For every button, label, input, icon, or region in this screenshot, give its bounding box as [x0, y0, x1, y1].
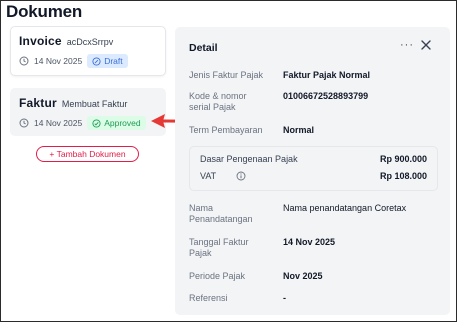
vat-value: Rp 108.000: [379, 171, 427, 181]
field-value: Nama penandatangan Coretax: [283, 203, 407, 213]
add-document-button[interactable]: + Tambah Dokumen: [36, 146, 139, 162]
document-date: 14 Nov 2025: [34, 56, 83, 66]
field-label: Referensi: [189, 293, 228, 303]
field-value: Faktur Pajak Normal: [283, 70, 371, 80]
status-label: Approved: [104, 118, 141, 128]
document-card-faktur[interactable]: Faktur Membuat Faktur 14 Nov 2025 Approv…: [10, 88, 166, 136]
vat-label: VAT: [200, 171, 246, 181]
field-label: Term Pembayaran: [189, 125, 263, 135]
document-card-invoice[interactable]: Invoice acDcxSrrpv 14 Nov 2025 Draft: [10, 26, 166, 76]
info-icon[interactable]: [236, 171, 246, 181]
field-value: Normal: [283, 125, 315, 135]
document-subtitle: acDcxSrrpv: [66, 37, 114, 47]
dpp-value: Rp 900.000: [379, 154, 427, 164]
add-document-label: + Tambah Dokumen: [49, 149, 126, 159]
field-label: Jenis Faktur Pajak: [189, 70, 264, 80]
field-label: Periode Pajak: [189, 271, 246, 281]
document-subtitle: Membuat Faktur: [61, 99, 128, 109]
vat-label-text: VAT: [200, 171, 217, 181]
field-label: Nama Penandatangan: [189, 203, 253, 224]
field-value: 01006672528893799: [283, 91, 369, 101]
document-name: Faktur: [19, 96, 57, 110]
status-badge-approved: Approved: [87, 116, 146, 130]
status-badge-draft: Draft: [87, 54, 128, 68]
field-value: 14 Nov 2025: [283, 237, 336, 247]
close-icon[interactable]: [420, 39, 432, 51]
draft-icon: [92, 56, 101, 66]
detail-title: Detail: [189, 42, 218, 54]
document-date: 14 Nov 2025: [34, 118, 83, 128]
tax-summary-box: Dasar Pengenaan Pajak Rp 900.000 VAT Rp …: [189, 146, 438, 191]
app-frame: Dokumen Invoice acDcxSrrpv 14 Nov 2025 D…: [0, 0, 457, 322]
document-name: Invoice: [19, 34, 62, 48]
field-value: -: [283, 293, 286, 303]
field-value: Nov 2025: [283, 271, 323, 281]
page-title: Dokumen: [6, 2, 83, 21]
check-circle-icon: [92, 118, 101, 128]
clock-icon: [19, 118, 29, 128]
dpp-label: Dasar Pengenaan Pajak: [200, 154, 298, 164]
dpp-label-text: Dasar Pengenaan Pajak: [200, 154, 298, 164]
clock-icon: [19, 56, 29, 66]
field-label: Tanggal Faktur Pajak: [189, 237, 249, 258]
status-label: Draft: [104, 56, 123, 66]
detail-panel: Detail ··· Jenis Faktur Pajak Faktur Paj…: [175, 27, 450, 315]
more-options-icon[interactable]: ···: [400, 39, 414, 51]
field-label: Kode & nomor serial Pajak: [189, 91, 247, 112]
